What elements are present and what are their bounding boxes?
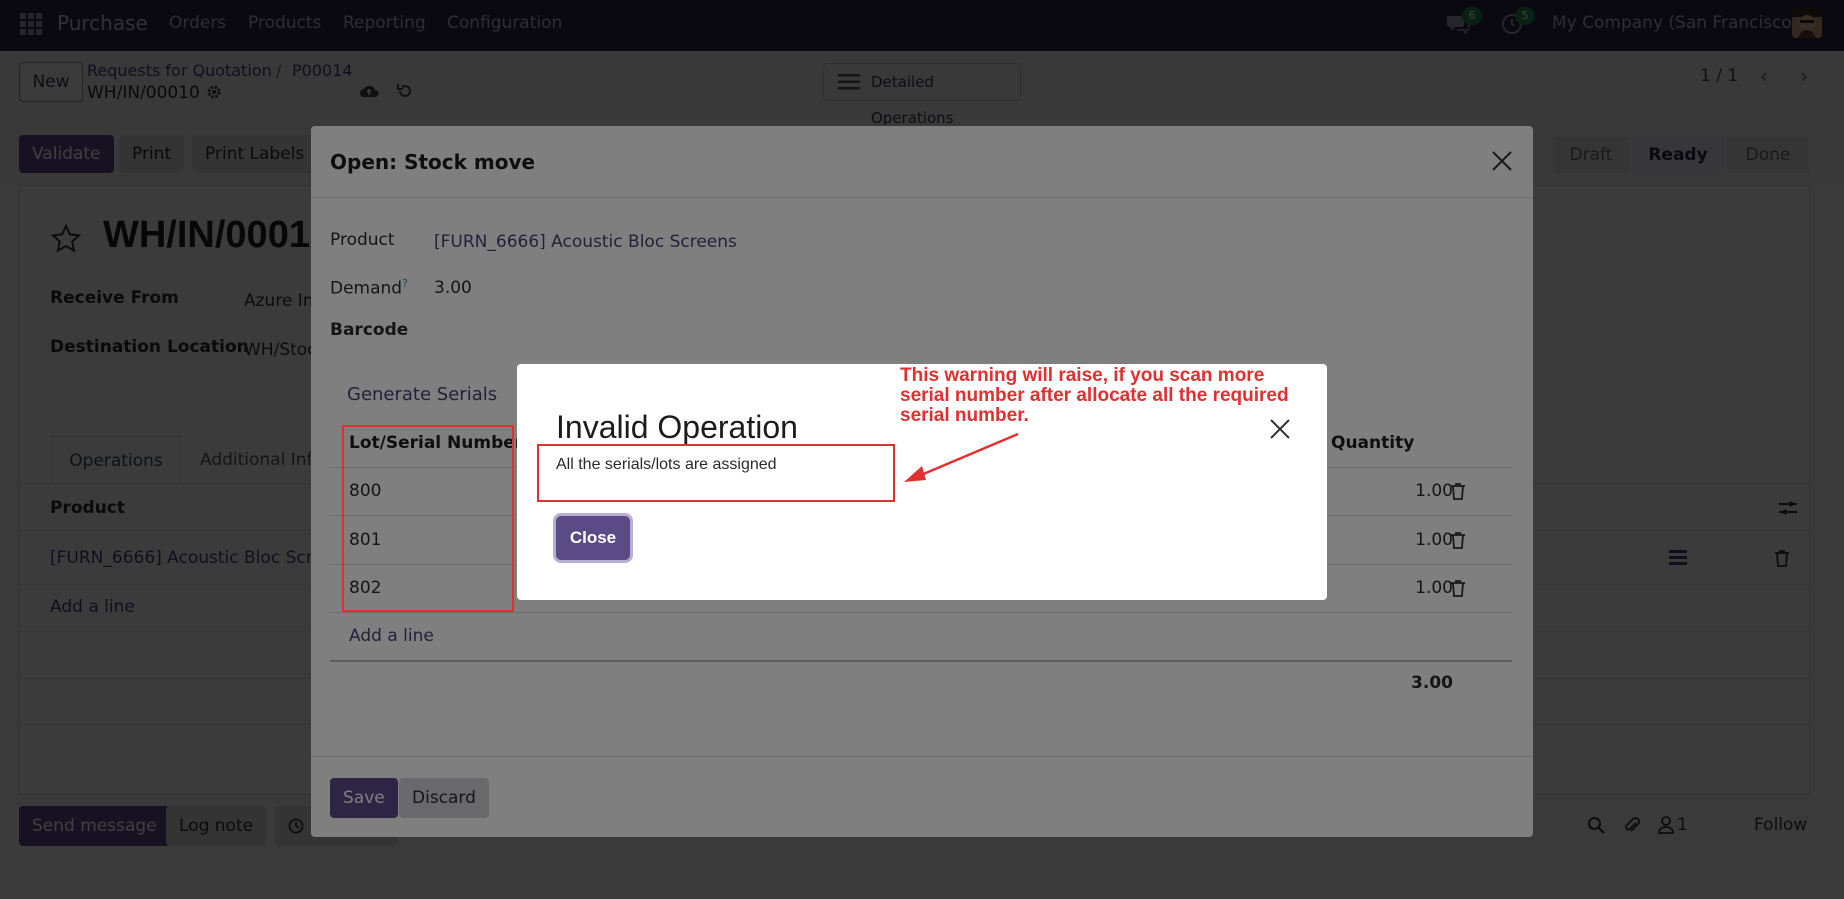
- annotation-line-2: serial number after allocate all the req…: [900, 385, 1289, 406]
- annotation-line-1: This warning will raise, if you scan mor…: [900, 365, 1265, 386]
- annotation-lot-column-box: [342, 425, 514, 612]
- annotation-message-box: [537, 444, 895, 502]
- close-button[interactable]: Close: [556, 516, 630, 560]
- annotation-line-3: serial number.: [900, 405, 1029, 426]
- warning-title: Invalid Operation: [556, 409, 798, 445]
- annotation-note: This warning will raise, if you scan mor…: [900, 366, 1340, 426]
- annotation-arrow: [904, 432, 1019, 482]
